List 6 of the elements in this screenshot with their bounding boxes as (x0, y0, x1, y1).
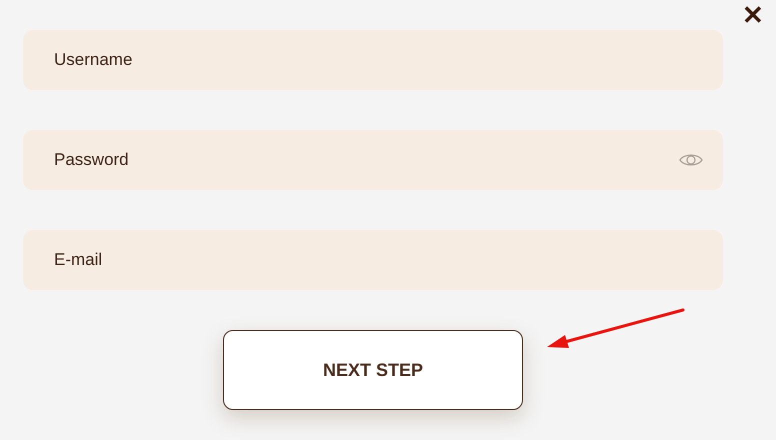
input-field[interactable]: E-mail (23, 230, 723, 290)
next-step-button[interactable]: NEXT STEP (223, 330, 523, 410)
input-field[interactable]: Password (23, 130, 723, 190)
eye-icon[interactable] (679, 152, 703, 168)
input-field[interactable]: Username (23, 30, 723, 90)
close-button[interactable]: ✕ (738, 0, 768, 30)
